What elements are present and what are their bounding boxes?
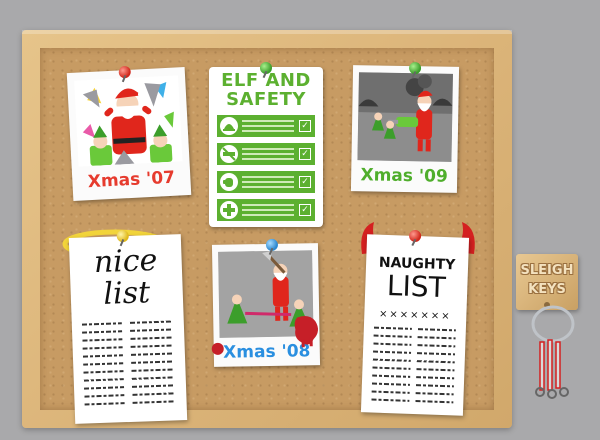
checkbox-icon: ✓	[299, 204, 311, 216]
nice-list-entries	[129, 320, 175, 409]
safety-title-line2: SAFETY	[226, 89, 306, 110]
caption-xmas-09: Xmas '09	[360, 165, 448, 187]
nice-list-title: nice list	[69, 242, 183, 312]
sleigh-keys-label-line2: KEYS	[528, 282, 566, 297]
santa-chainsaw-illustration	[357, 72, 453, 162]
first-aid-icon	[220, 201, 238, 219]
sleigh-keys-hook-plate: SLEIGH KEYS	[516, 254, 578, 310]
blood-splatter-icon	[211, 342, 224, 355]
caption-xmas-07: Xmas '07	[87, 167, 176, 193]
photo-xmas-09-image	[357, 72, 453, 162]
green-pushpin-icon	[260, 62, 272, 74]
checkbox-icon: ✓	[299, 120, 311, 132]
nice-list-title-line2: list	[102, 275, 151, 312]
santa-party-illustration	[82, 81, 174, 166]
nice-list-entries	[81, 322, 125, 411]
photo-xmas-09[interactable]: Xmas '09	[350, 62, 460, 193]
no-chainsaw-icon	[220, 145, 238, 163]
photo-xmas-08[interactable]: Xmas '08	[211, 238, 321, 367]
checkbox-icon: ✓	[299, 176, 311, 188]
photo-xmas-07-image	[74, 75, 183, 167]
safety-rule-row: ✓	[217, 115, 315, 137]
naughty-list-entries	[371, 326, 412, 408]
photo-xmas-07[interactable]: Xmas '07	[66, 65, 192, 202]
red-pushpin-icon	[118, 65, 132, 79]
sleigh-keys-label: SLEIGH KEYS	[516, 261, 578, 299]
naughty-list-paper[interactable]: NAUGHTY LIST ×××××××	[360, 229, 470, 416]
elf-and-safety-sign[interactable]: ELF AND SAFETY ✓ ✓ ✓ ✓	[209, 62, 323, 227]
safety-rule-row: ✓	[217, 199, 315, 221]
naughty-list-entries	[415, 328, 456, 409]
nice-list-paper[interactable]: nice list	[68, 229, 188, 424]
safety-rule-row: ✓	[217, 171, 315, 193]
naughty-list-title: NAUGHTY LIST	[365, 254, 469, 304]
sleigh-keys-label-line1: SLEIGH	[520, 263, 574, 278]
red-pushpin-icon	[408, 229, 422, 243]
blood-splatter-icon	[294, 316, 318, 348]
hardhat-icon	[220, 117, 238, 135]
sleigh-keys-keyring[interactable]	[522, 304, 582, 400]
naughty-list-title-line2: LIST	[386, 269, 447, 305]
naughty-list-divider: ×××××××	[378, 308, 452, 323]
safety-rule-row: ✓	[217, 143, 315, 165]
blue-pushpin-icon	[265, 238, 279, 251]
yellow-pushpin-icon	[116, 229, 129, 243]
nice-list-title-line1: nice	[93, 242, 158, 281]
safety-sign-title: ELF AND SAFETY	[209, 71, 323, 109]
checkbox-icon: ✓	[299, 148, 311, 160]
glove-icon	[220, 173, 238, 191]
